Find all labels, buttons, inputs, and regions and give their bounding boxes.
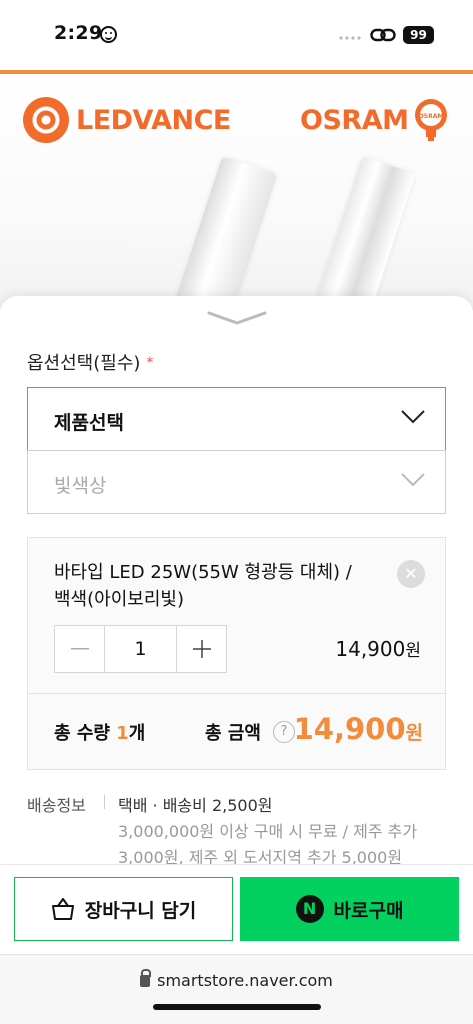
selected-item-card: 바타입 LED 25W(55W 형광등 대체) / 백색(아이보리빛) ✕ 1 …: [27, 537, 447, 770]
increase-quantity-button[interactable]: [176, 626, 226, 672]
total-quantity-unit: 개: [128, 723, 146, 744]
add-to-cart-button[interactable]: 장바구니 담기: [14, 877, 233, 941]
total-price-unit: 원: [405, 722, 423, 744]
chevron-down-icon: [401, 473, 425, 487]
signal-dots-icon: [338, 36, 362, 40]
total-quantity: 총 수량 1개: [54, 719, 145, 745]
total-quantity-label: 총 수량: [54, 723, 110, 744]
buy-now-label: 바로구매: [333, 899, 404, 922]
osram-brand: OSRAM: [300, 105, 409, 136]
quantity-value[interactable]: 1: [105, 626, 176, 672]
divider: [28, 693, 447, 694]
product-select-label: 제품선택: [54, 412, 124, 434]
required-mark: *: [146, 355, 154, 371]
banner-divider: [0, 70, 473, 74]
product-image-tube: [160, 155, 278, 310]
total-price-value: 14,900: [293, 712, 406, 746]
home-indicator[interactable]: [153, 1004, 321, 1010]
battery-icon: 99: [403, 26, 434, 44]
option-sheet: 옵션선택(필수) * 제품선택 빛색상 바타입 LED 25W(55W 형광등 대…: [0, 296, 473, 866]
total-price-label: 총 금액: [205, 723, 261, 744]
help-icon[interactable]: ?: [273, 721, 295, 743]
chevron-down-icon: [401, 410, 425, 424]
selected-item-name: 바타입 LED 25W(55W 형광등 대체) / 백색(아이보리빛): [54, 562, 352, 610]
chevron-down-icon[interactable]: [207, 310, 267, 326]
item-price-unit: 원: [405, 641, 421, 661]
naver-pay-icon: N: [295, 895, 324, 923]
product-select[interactable]: 제품선택: [27, 387, 446, 451]
status-bar: 2:29 99: [0, 0, 473, 70]
total-quantity-value: 1: [116, 723, 129, 744]
product-banner: LEDVANCE OSRAM OSRAM: [0, 70, 473, 310]
total-price: 14,900원: [294, 712, 423, 746]
shipping-detail: 3,000,000원 이상 구매 시 무료 / 제주 추가 3,000원, 제주…: [118, 822, 418, 866]
quantity-stepper: 1: [54, 625, 227, 673]
product-image-tube: [300, 156, 416, 310]
url-display[interactable]: smartstore.naver.com: [0, 969, 473, 990]
item-price: 14,900원: [335, 636, 421, 661]
shipping-fee: 택배 · 배송비 2,500원: [118, 796, 273, 815]
ledvance-brand: LEDVANCE: [76, 105, 231, 136]
smiley-icon: [100, 26, 117, 43]
color-select-label: 빛색상: [54, 475, 107, 497]
option-title: 옵션선택(필수) *: [27, 349, 153, 375]
osram-bulb-icon: OSRAM: [415, 99, 447, 141]
osram-badge: OSRAM: [419, 113, 444, 120]
color-select[interactable]: 빛색상: [27, 450, 446, 514]
ledvance-logo-icon: [23, 97, 69, 143]
minus-icon: [70, 648, 89, 650]
url-text: smartstore.naver.com: [157, 971, 333, 990]
buy-now-button[interactable]: N 바로구매: [240, 877, 459, 941]
divider: [104, 795, 105, 809]
link-icon: [370, 28, 396, 42]
item-price-value: 14,900: [335, 637, 406, 661]
option-title-text: 옵션선택(필수): [27, 353, 141, 374]
status-time: 2:29: [54, 22, 103, 44]
decrease-quantity-button[interactable]: [55, 626, 105, 672]
add-to-cart-label: 장바구니 담기: [84, 899, 197, 922]
plus-icon: [192, 640, 211, 658]
lock-icon: [140, 969, 152, 987]
shopping-bag-icon: [51, 898, 74, 920]
action-bar: 장바구니 담기 N 바로구매: [0, 864, 473, 954]
browser-url-bar: smartstore.naver.com: [0, 954, 473, 1024]
close-icon[interactable]: ✕: [397, 560, 425, 588]
